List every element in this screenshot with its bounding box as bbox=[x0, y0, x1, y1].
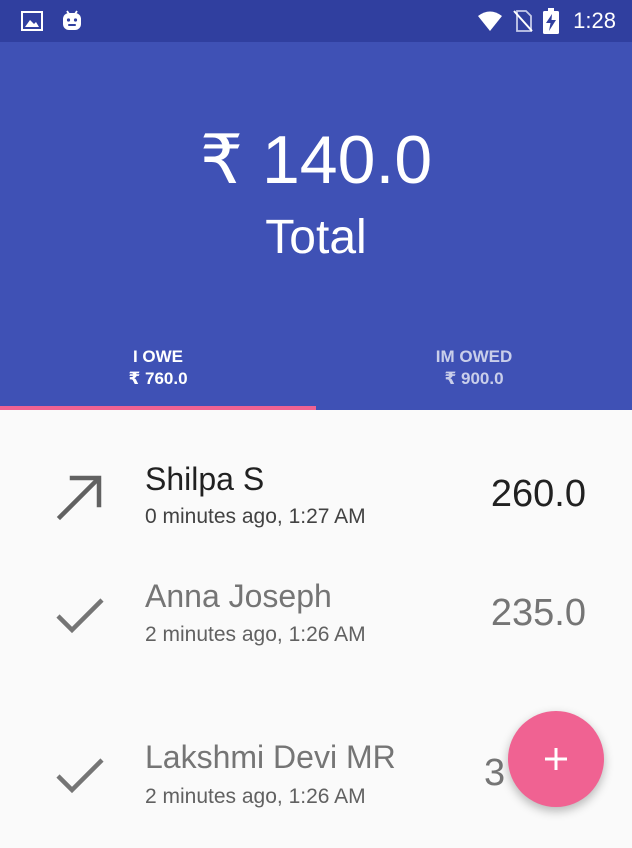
status-bar: 1:28 bbox=[0, 0, 632, 42]
tab-i-owe[interactable]: I OWE ₹ 760.0 bbox=[0, 338, 316, 410]
transaction-time: 0 minutes ago, 1:27 AM bbox=[145, 505, 366, 528]
list-item[interactable]: Shilpa S 0 minutes ago, 1:27 AM 260.0 bbox=[0, 448, 632, 568]
plus-icon bbox=[545, 748, 567, 770]
check-icon bbox=[56, 758, 104, 794]
contact-name: Anna Joseph bbox=[145, 578, 332, 614]
add-transaction-button[interactable] bbox=[508, 711, 604, 807]
tab-im-owed-value: ₹ 900.0 bbox=[444, 369, 504, 388]
tab-im-owed[interactable]: IM OWED ₹ 900.0 bbox=[316, 338, 632, 410]
transaction-amount: 3 bbox=[484, 752, 506, 794]
list-item[interactable]: Anna Joseph 2 minutes ago, 1:26 AM 235.0 bbox=[0, 566, 632, 686]
contact-name: Lakshmi Devi MR bbox=[145, 739, 396, 775]
battery-charging-icon bbox=[543, 8, 560, 34]
balance-header: ₹ 140.0 Total I OWE ₹ 760.0 IM OWED ₹ 90… bbox=[0, 42, 632, 410]
tab-i-owe-label: I OWE bbox=[132, 347, 184, 366]
tab-im-owed-label: IM OWED bbox=[435, 347, 513, 366]
wifi-icon bbox=[478, 11, 503, 31]
check-icon bbox=[56, 598, 104, 634]
transaction-time: 2 minutes ago, 1:26 AM bbox=[145, 785, 366, 808]
image-icon bbox=[21, 11, 43, 31]
status-time: 1:28 bbox=[573, 8, 616, 33]
no-sim-icon bbox=[513, 10, 533, 32]
tab-bar: I OWE ₹ 760.0 IM OWED ₹ 900.0 bbox=[0, 338, 632, 410]
tab-i-owe-value: ₹ 760.0 bbox=[128, 369, 188, 388]
total-amount: ₹ 140.0 bbox=[199, 122, 433, 198]
transaction-amount: 235.0 bbox=[490, 592, 586, 634]
total-label: Total bbox=[265, 211, 367, 264]
transaction-amount: 260.0 bbox=[490, 473, 586, 515]
arrow-up-right-icon bbox=[56, 475, 102, 521]
transaction-time: 2 minutes ago, 1:26 AM bbox=[145, 623, 366, 646]
contact-name: Shilpa S bbox=[145, 461, 265, 497]
android-icon bbox=[63, 10, 81, 30]
